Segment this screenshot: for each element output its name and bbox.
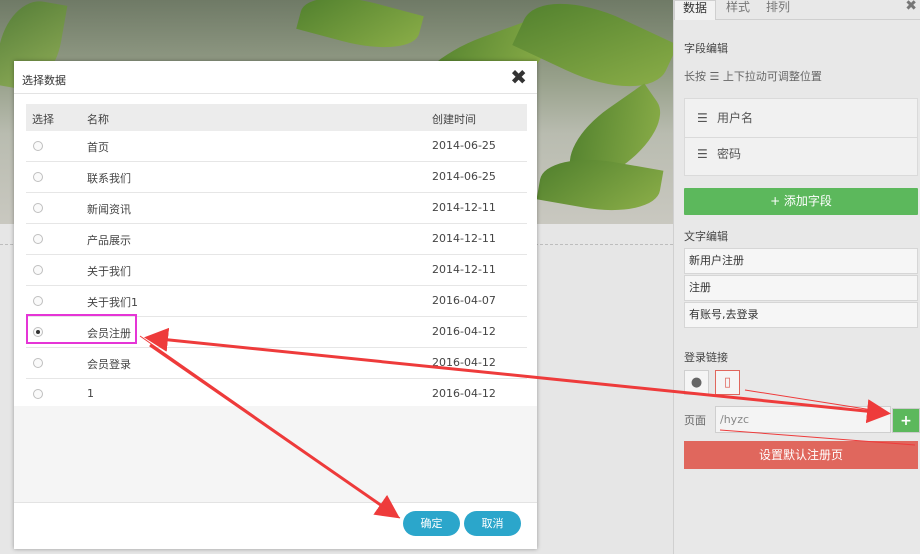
table-header: 选择 名称 创建时间 bbox=[26, 104, 527, 131]
data-table: 选择 名称 创建时间 首页 2014-06-25 联系我们 2014-06-25 新闻资… bbox=[26, 104, 527, 410]
row-radio[interactable] bbox=[33, 141, 43, 151]
row-radio[interactable] bbox=[33, 234, 43, 244]
tab-arrange[interactable]: 排列 bbox=[758, 0, 798, 20]
table-row[interactable]: 首页 2014-06-25 bbox=[26, 131, 527, 162]
page-add-button[interactable]: + bbox=[892, 408, 920, 433]
text-edit-title: 文字编辑 bbox=[684, 230, 728, 243]
row-name: 联系我们 bbox=[87, 172, 131, 185]
page-icon[interactable]: ▯ bbox=[715, 370, 740, 395]
row-name: 1 bbox=[87, 387, 94, 400]
drag-handle-icon[interactable]: ☰ bbox=[697, 108, 708, 128]
cancel-button[interactable]: 取消 bbox=[464, 511, 521, 536]
field-edit-title: 字段编辑 bbox=[684, 42, 728, 55]
property-panel: 数据 样式 排列 ✖ 字段编辑 长按 ☰ 上下拉动可调整位置 ☰ 用户名 ☰ 密码 … bbox=[673, 0, 920, 554]
set-default-register-button[interactable]: 设置默认注册页 bbox=[684, 441, 918, 469]
field-item-password[interactable]: ☰ 密码 bbox=[697, 144, 741, 164]
select-data-dialog: 选择数据 ✖ 选择 名称 创建时间 首页 2014-06-25 联系我们 2014-0… bbox=[14, 61, 537, 549]
text-item-login[interactable]: 有账号,去登录 bbox=[684, 302, 918, 328]
tab-style[interactable]: 样式 bbox=[718, 0, 758, 20]
table-row[interactable]: 关于我们1 2016-04-07 bbox=[26, 286, 527, 317]
row-date: 2014-06-25 bbox=[432, 139, 496, 152]
selection-highlight-box bbox=[26, 314, 137, 344]
row-radio[interactable] bbox=[33, 172, 43, 182]
row-radio[interactable] bbox=[33, 296, 43, 306]
column-select: 选择 bbox=[32, 113, 54, 126]
row-date: 2014-12-11 bbox=[432, 201, 496, 214]
row-name: 首页 bbox=[87, 141, 109, 154]
panel-tabs: 数据 样式 排列 ✖ bbox=[674, 0, 920, 20]
page-input[interactable]: /hyzc bbox=[715, 406, 891, 433]
table-row[interactable]: 关于我们 2014-12-11 bbox=[26, 255, 527, 286]
row-radio[interactable] bbox=[33, 203, 43, 213]
column-name: 名称 bbox=[87, 113, 109, 126]
field-label: 用户名 bbox=[717, 111, 754, 125]
row-radio[interactable] bbox=[33, 265, 43, 275]
table-row[interactable]: 联系我们 2014-06-25 bbox=[26, 162, 527, 193]
text-item-title[interactable]: 新用户注册 bbox=[684, 248, 918, 274]
row-name: 产品展示 bbox=[87, 234, 131, 247]
table-row[interactable]: 产品展示 2014-12-11 bbox=[26, 224, 527, 255]
table-row[interactable]: 新闻资讯 2014-12-11 bbox=[26, 193, 527, 224]
row-name: 关于我们1 bbox=[87, 296, 138, 309]
drag-handle-icon[interactable]: ☰ bbox=[697, 144, 708, 164]
row-radio[interactable] bbox=[33, 358, 43, 368]
row-date: 2016-04-07 bbox=[432, 294, 496, 307]
confirm-button[interactable]: 确定 bbox=[403, 511, 460, 536]
field-divider bbox=[685, 137, 917, 138]
row-date: 2014-06-25 bbox=[432, 170, 496, 183]
field-list: ☰ 用户名 ☰ 密码 bbox=[684, 98, 918, 176]
row-date: 2016-04-12 bbox=[432, 387, 496, 400]
row-date: 2016-04-12 bbox=[432, 356, 496, 369]
add-field-button[interactable]: + 添加字段 bbox=[684, 188, 918, 215]
row-name: 会员登录 bbox=[87, 358, 131, 371]
row-name: 关于我们 bbox=[87, 265, 131, 278]
table-row[interactable]: 会员登录 2016-04-12 bbox=[26, 348, 527, 379]
column-created: 创建时间 bbox=[432, 113, 476, 126]
globe-icon[interactable]: ● bbox=[684, 370, 709, 395]
row-date: 2014-12-11 bbox=[432, 232, 496, 245]
row-date: 2016-04-12 bbox=[432, 325, 496, 338]
close-icon[interactable]: ✖ bbox=[510, 65, 527, 89]
field-item-username[interactable]: ☰ 用户名 bbox=[697, 108, 753, 128]
dialog-header: 选择数据 ✖ bbox=[14, 61, 537, 94]
login-link-title: 登录链接 bbox=[684, 351, 728, 364]
drag-hint: 长按 ☰ 上下拉动可调整位置 bbox=[684, 70, 822, 83]
dialog-title: 选择数据 bbox=[22, 74, 66, 87]
tab-data[interactable]: 数据 bbox=[674, 0, 717, 20]
dialog-empty-area bbox=[14, 406, 537, 502]
row-name: 新闻资讯 bbox=[87, 203, 131, 216]
field-label: 密码 bbox=[717, 147, 742, 161]
close-icon[interactable]: ✖ bbox=[905, 0, 917, 14]
row-date: 2014-12-11 bbox=[432, 263, 496, 276]
text-item-submit[interactable]: 注册 bbox=[684, 275, 918, 301]
row-radio[interactable] bbox=[33, 389, 43, 399]
page-label: 页面 bbox=[684, 414, 706, 427]
